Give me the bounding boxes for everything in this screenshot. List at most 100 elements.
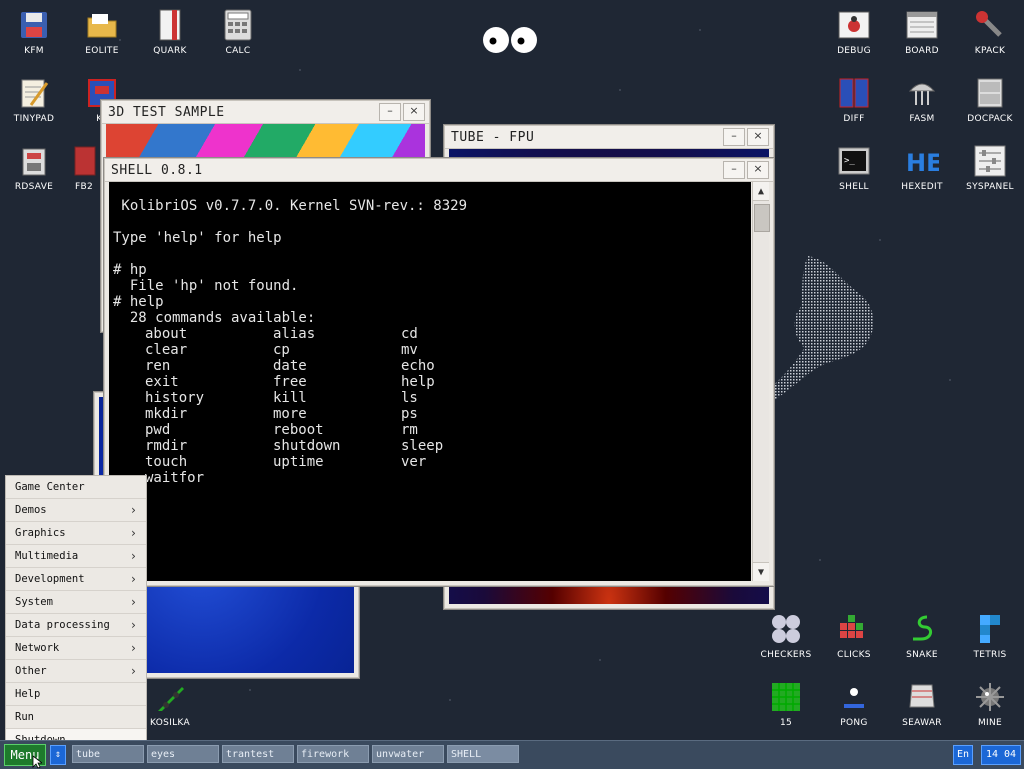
taskbar-item-trantest[interactable]: trantest (222, 745, 294, 763)
board-icon (905, 8, 939, 42)
menu-item-system[interactable]: System › (6, 591, 146, 614)
window-title: 3D TEST SAMPLE (108, 104, 225, 120)
taskbar: Menu ⇕ tube eyes trantest firework unvwa… (0, 740, 1024, 769)
desktop-icon-shell[interactable]: >_ SHELL (820, 144, 888, 192)
menu-item-multimedia[interactable]: Multimedia › (6, 545, 146, 568)
desktop-icon-kfm[interactable]: KFM (0, 8, 68, 56)
desktop-icon-board[interactable]: BOARD (888, 8, 956, 56)
hex-icon: HE (905, 144, 939, 178)
menu-item-label: System (15, 596, 53, 608)
minimize-button[interactable]: – (723, 161, 745, 179)
window-title: SHELL 0.8.1 (111, 162, 203, 178)
icon-label: TINYPAD (13, 114, 55, 124)
icon-label: TETRIS (973, 650, 1007, 660)
taskbar-item-eyes[interactable]: eyes (147, 745, 219, 763)
minimize-button[interactable]: – (379, 103, 401, 121)
close-button[interactable]: × (747, 161, 769, 179)
grid-icon (769, 680, 803, 714)
test3d-titlebar[interactable]: 3D TEST SAMPLE – × (102, 101, 429, 124)
chevron-right-icon: › (129, 618, 137, 632)
notepad-icon (17, 76, 51, 110)
menu-item-label: Network (15, 642, 60, 654)
desktop-icon-fasm[interactable]: FASM (888, 76, 956, 124)
desktop-icon-hexedit[interactable]: HE HEXEDIT (888, 144, 956, 192)
scroll-down-button[interactable]: ▼ (753, 562, 769, 581)
ebook-icon (67, 144, 101, 178)
desktop-icon-seawar[interactable]: SEAWAR (888, 680, 956, 728)
scroll-up-button[interactable]: ▲ (753, 182, 769, 201)
desktop-icon-kpack[interactable]: KPACK (956, 8, 1024, 56)
tube-titlebar[interactable]: TUBE - FPU – × (445, 126, 773, 149)
icon-label: SHELL (839, 182, 869, 192)
command-name: echo (401, 358, 435, 374)
desktop-icon-tetris[interactable]: TETRIS (956, 612, 1024, 660)
snake-icon (905, 612, 939, 646)
ship-icon (905, 680, 939, 714)
menu-item-graphics[interactable]: Graphics › (6, 522, 146, 545)
checkers-icon (769, 612, 803, 646)
eyes-icon (483, 27, 537, 53)
language-indicator[interactable]: En (953, 745, 973, 765)
desktop-icon-snake[interactable]: SNAKE (888, 612, 956, 660)
desktop-icon-docpack[interactable]: DOCPACK (956, 76, 1024, 124)
clock[interactable]: 14 04 (981, 745, 1021, 765)
menu-item-game-center[interactable]: Game Center (6, 476, 146, 499)
close-button[interactable]: × (403, 103, 425, 121)
shell-titlebar[interactable]: SHELL 0.8.1 – × (105, 159, 773, 182)
svg-text:>_: >_ (844, 156, 855, 166)
taskbar-item-firework[interactable]: firework (297, 745, 369, 763)
taskbar-item-tube[interactable]: tube (72, 745, 144, 763)
desktop-icon-rdsave[interactable]: RDSAVE (0, 144, 68, 192)
desktop-icon-fb2[interactable]: FB2 (62, 144, 106, 192)
menu-item-run[interactable]: Run (6, 706, 146, 729)
menu-item-label: Data processing (15, 619, 110, 631)
desktop-icon-quark[interactable]: QUARK (136, 8, 204, 56)
desktop-icon-15[interactable]: 15 (752, 680, 820, 728)
command-name: waitfor (145, 470, 205, 486)
desktop-icon-syspanel[interactable]: SYSPANEL (956, 144, 1024, 192)
icon-label: SYSPANEL (966, 182, 1014, 192)
icon-label: 15 (779, 718, 793, 728)
console-line: File 'hp' not found. (113, 278, 299, 294)
start-menu: Game Center Demos › Graphics › Multimedia › Dev… (5, 475, 147, 753)
desktop-icon-mine[interactable]: MINE (956, 680, 1024, 728)
desktop-icon-clicks[interactable]: CLICKS (820, 612, 888, 660)
desktop-icon-eolite[interactable]: EOLITE (68, 8, 136, 56)
floppy-icon (17, 8, 51, 42)
menu-item-demos[interactable]: Demos › (6, 499, 146, 522)
desktop-icon-calc[interactable]: CALC (204, 8, 272, 56)
desktop-icon-tinypad[interactable]: TINYPAD (0, 76, 68, 124)
menu-item-label: Other (15, 665, 47, 677)
icon-label: SEAWAR (902, 718, 942, 728)
command-name: exit (145, 374, 179, 390)
menu-item-data-processing[interactable]: Data processing › (6, 614, 146, 637)
icon-label: KFM (24, 46, 44, 56)
taskbar-item-shell[interactable]: SHELL (447, 745, 519, 763)
taskbar-switch-button[interactable]: ⇕ (50, 745, 66, 765)
menu-item-other[interactable]: Other › (6, 660, 146, 683)
book-icon (153, 8, 187, 42)
close-button[interactable]: × (747, 128, 769, 146)
scroll-thumb[interactable] (754, 204, 770, 232)
desktop-icon-pong[interactable]: PONG (820, 680, 888, 728)
shell-window[interactable]: SHELL 0.8.1 – × KolibriOS v0.7.7.0. Kern… (104, 158, 774, 586)
menu-item-label: Multimedia (15, 550, 79, 562)
menu-item-development[interactable]: Development › (6, 568, 146, 591)
chevron-right-icon: › (129, 503, 137, 517)
command-name: ps (401, 406, 418, 422)
command-name: uptime (273, 454, 324, 470)
desktop-icon-checkers[interactable]: CHECKERS (752, 612, 820, 660)
menu-item-help[interactable]: Help (6, 683, 146, 706)
minimize-button[interactable]: – (723, 128, 745, 146)
taskbar-item-unvwater[interactable]: unvwater (372, 745, 444, 763)
shell-scrollbar[interactable]: ▲ ▼ (752, 182, 770, 581)
desktop-icon-debug[interactable]: DEBUG (820, 8, 888, 56)
bug-icon (837, 8, 871, 42)
command-name: cp (273, 342, 290, 358)
menu-item-network[interactable]: Network › (6, 637, 146, 660)
eyes-widget[interactable] (482, 26, 540, 54)
chevron-right-icon: › (129, 595, 137, 609)
pong-icon (837, 680, 871, 714)
desktop-icon-diff[interactable]: DIFF (820, 76, 888, 124)
shell-console[interactable]: KolibriOS v0.7.7.0. Kernel SVN-rev.: 832… (109, 182, 751, 581)
